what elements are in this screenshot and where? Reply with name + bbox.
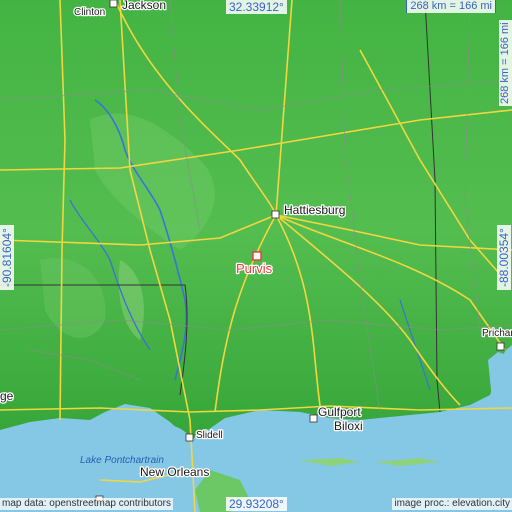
prichard-marker	[496, 342, 505, 351]
horizontal-scale-label: 268 km = 166 mi	[406, 0, 496, 13]
gulfport-marker	[309, 414, 318, 423]
bottom-latitude-label: 29.93208°	[226, 497, 287, 511]
left-longitude-label: -90.81604°	[0, 225, 14, 290]
prichard-label: Prichar	[482, 328, 512, 339]
biloxi-label: Biloxi	[334, 419, 363, 433]
image-processing-credit: image proc.: elevation.city	[392, 498, 512, 510]
terrain-map: Jackson Clinton Hattiesburg Prichar Gulf…	[0, 0, 512, 512]
lake-label: Lake Pontchartrain	[80, 455, 164, 466]
jackson-marker	[109, 0, 118, 8]
hattiesburg-marker	[271, 210, 280, 219]
purvis-marker	[252, 251, 262, 261]
jackson-label: Jackson	[122, 0, 166, 12]
slidell-label: Slidell	[196, 430, 223, 441]
purvis-label: Purvis	[236, 261, 273, 276]
right-longitude-label: -88.00354°	[497, 225, 511, 290]
new-orleans-label: New Orleans	[140, 465, 209, 479]
gulfport-label: Gulfport	[318, 405, 361, 419]
top-latitude-label: 32.33912°	[226, 0, 287, 14]
slidell-marker	[185, 433, 194, 442]
vertical-scale-label: 268 km = 166 mi	[499, 20, 512, 106]
edge-place-label: ge	[0, 389, 14, 403]
clinton-label: Clinton	[74, 7, 105, 18]
map-data-credit: map data: openstreetmap contributors	[0, 498, 173, 510]
hattiesburg-label: Hattiesburg	[284, 203, 345, 217]
